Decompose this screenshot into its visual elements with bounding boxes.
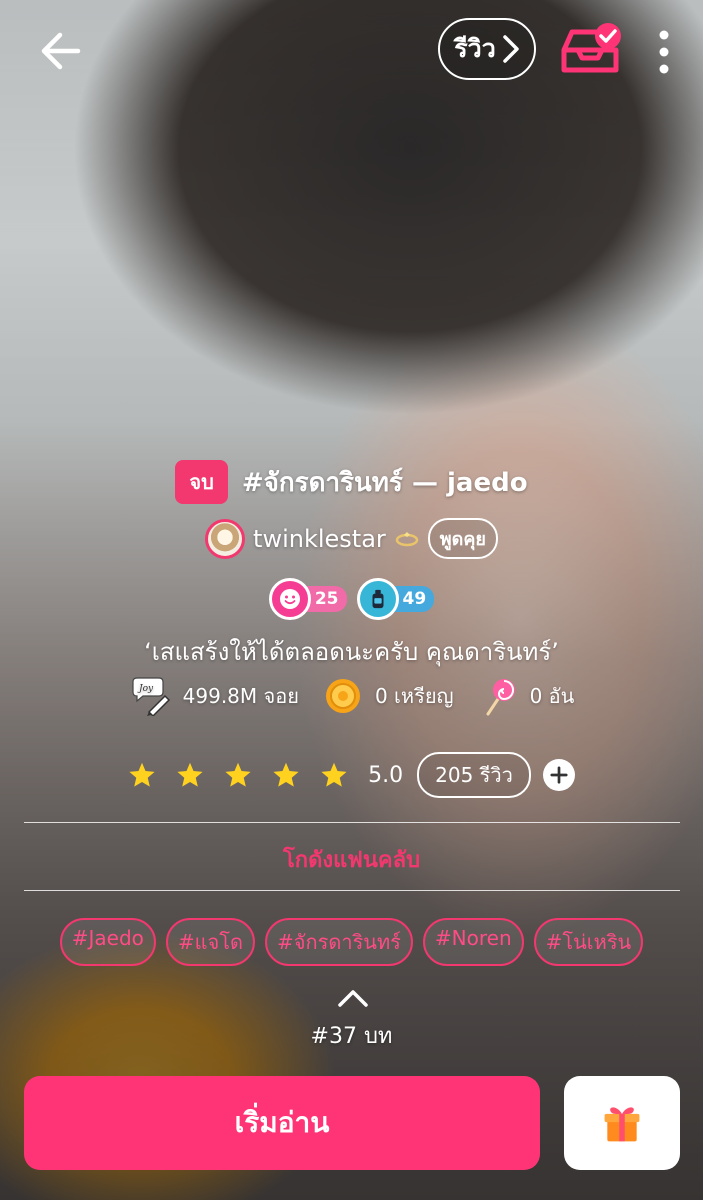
chat-button[interactable]: พูดคุย	[427, 518, 498, 559]
smiley-icon	[279, 589, 300, 609]
svg-text:Joy: Joy	[137, 684, 154, 694]
rating-row: 5.0 205 รีวิว	[0, 752, 703, 798]
gift-button[interactable]	[564, 1076, 680, 1170]
joy-pen-icon: Joy	[132, 677, 170, 716]
star-icon	[273, 762, 299, 787]
status-badge: จบ	[175, 460, 228, 504]
lollipop-icon	[486, 679, 515, 716]
episode-count[interactable]: #37 บท	[0, 1018, 703, 1053]
more-vertical-icon	[659, 30, 669, 74]
coin-count: 0 เหรียญ	[374, 684, 454, 708]
bottle-icon	[372, 589, 383, 609]
level-badge-smiley[interactable]: 25	[268, 578, 347, 620]
gift-icon	[604, 1107, 640, 1142]
review-button[interactable]: รีวิว	[438, 18, 536, 80]
divider	[24, 822, 680, 823]
joy-stat: Joy 499.8M จอย	[129, 676, 299, 716]
inbox-check-icon	[561, 23, 621, 73]
tag-chip[interactable]: #แจโด	[165, 918, 256, 966]
star-icon	[321, 762, 347, 787]
coin-icon	[325, 679, 360, 713]
tag-chip[interactable]: #Noren	[422, 918, 524, 966]
story-title: #จักรดารินทร์ — jaedo	[241, 467, 528, 498]
candy-stat: 0 อัน	[476, 676, 575, 716]
level-badges: 25 49	[0, 578, 703, 620]
title-row: จบ #จักรดารินทร์ — jaedo	[0, 460, 703, 504]
coin-stat: 0 เหรียญ	[321, 676, 454, 716]
arrow-left-icon	[41, 32, 81, 70]
joy-count: 499.8M จอย	[182, 684, 299, 708]
candy-count: 0 อัน	[529, 684, 575, 708]
level-badge-bottle[interactable]: 49	[356, 578, 435, 620]
star-icon	[177, 762, 203, 787]
start-reading-button[interactable]: เริ่มอ่าน	[24, 1076, 540, 1170]
back-button[interactable]	[38, 28, 84, 74]
star-rating	[128, 761, 348, 789]
author-name[interactable]: twinklestar	[253, 525, 386, 553]
tag-chip[interactable]: #จักรดารินทร์	[265, 918, 413, 966]
divider	[24, 890, 680, 891]
star-icon	[129, 762, 155, 787]
stats-row: Joy 499.8M จอย 0 เหรียญ 0 อัน	[0, 676, 703, 716]
author-avatar[interactable]	[205, 518, 246, 559]
add-review-button[interactable]	[542, 759, 575, 791]
review-count-button[interactable]: 205 รีวิว	[417, 752, 531, 798]
chevron-up-icon[interactable]	[337, 988, 369, 1008]
tag-list: #Jaedo #แจโด #จักรดารินทร์ #Noren #โน่เห…	[0, 918, 703, 966]
plus-icon	[550, 766, 568, 784]
rating-score: 5.0	[368, 762, 404, 788]
star-icon	[225, 762, 251, 787]
tag-chip[interactable]: #Jaedo	[59, 918, 156, 966]
author-row: twinklestar พูดคุย	[0, 518, 703, 559]
ring-icon	[395, 531, 419, 546]
story-tagline: ‘เสแสร้งให้ได้ตลอดนะครับ คุณดารินทร์’	[144, 638, 559, 666]
story-detail-screen: รีวิว จบ #จักรดารินทร์ — jaedo twinklest…	[0, 0, 703, 1200]
chevron-right-icon	[503, 35, 519, 63]
tag-chip[interactable]: #โน่เหริน	[533, 918, 644, 966]
review-button-label: รีวิว	[454, 34, 496, 63]
more-options-button[interactable]	[656, 28, 672, 76]
fanclub-link[interactable]: โกดังแฟนคลับ	[0, 842, 703, 877]
inbox-button[interactable]	[558, 20, 624, 84]
start-reading-label: เริ่มอ่าน	[234, 1106, 330, 1139]
